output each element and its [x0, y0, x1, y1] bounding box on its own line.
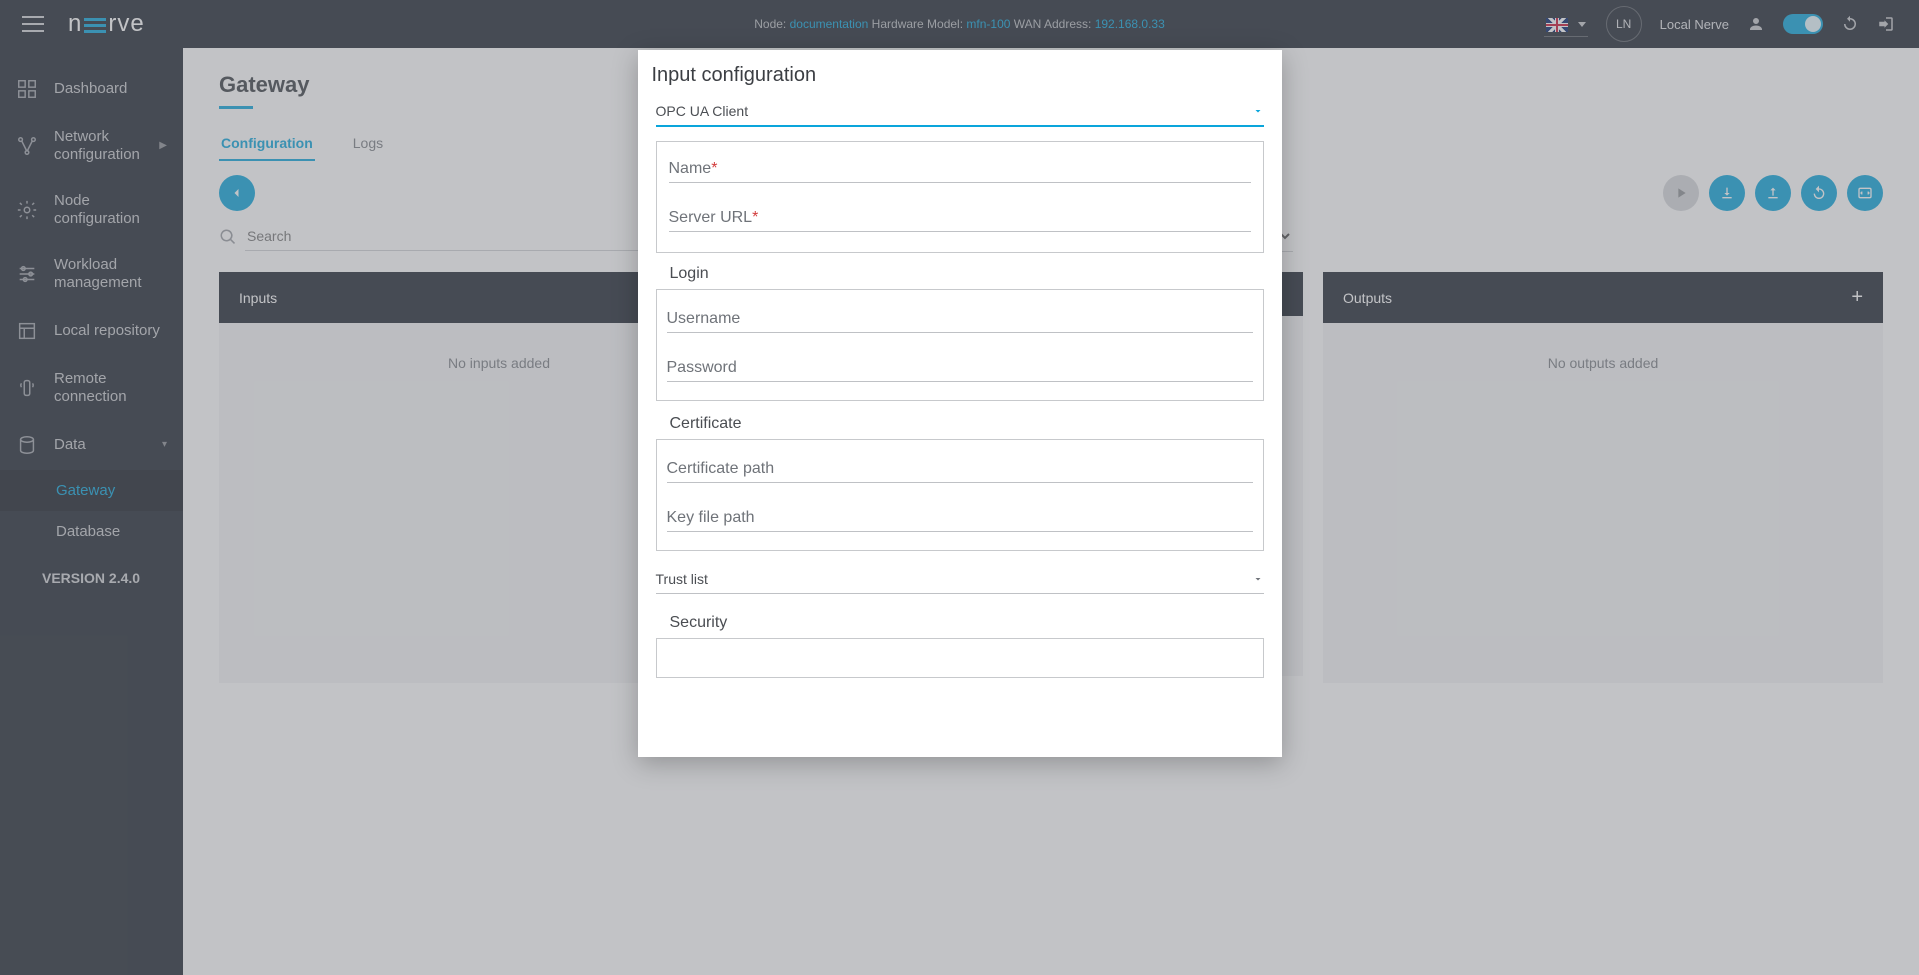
certificate-box: Certificate path Key file path	[656, 439, 1264, 551]
trustlist-select[interactable]: Trust list	[656, 565, 1264, 594]
username-label: Username	[667, 310, 741, 327]
name-field[interactable]: Name*	[669, 160, 1251, 183]
keypath-label: Key file path	[667, 509, 755, 526]
password-field[interactable]: Password	[667, 359, 1253, 382]
security-box	[656, 638, 1264, 678]
trustlist-label: Trust list	[656, 571, 708, 587]
modal-body: OPC UA Client Name* Server URL* Login Us…	[638, 97, 1282, 757]
input-type-value: OPC UA Client	[656, 103, 749, 119]
login-box: Username Password	[656, 289, 1264, 401]
login-group-title: Login	[670, 265, 1260, 283]
chevron-down-icon	[1252, 105, 1264, 117]
chevron-down-icon	[1252, 573, 1264, 585]
keypath-field[interactable]: Key file path	[667, 509, 1253, 532]
name-label: Name	[669, 160, 712, 177]
basic-fields-box: Name* Server URL*	[656, 141, 1264, 253]
certpath-field[interactable]: Certificate path	[667, 460, 1253, 483]
server-url-field[interactable]: Server URL*	[669, 209, 1251, 232]
input-config-modal: Input configuration OPC UA Client Name* …	[638, 50, 1282, 757]
username-field[interactable]: Username	[667, 310, 1253, 333]
certificate-group-title: Certificate	[670, 415, 1260, 433]
certpath-label: Certificate path	[667, 460, 775, 477]
modal-title: Input configuration	[638, 50, 1282, 97]
security-group-title: Security	[670, 614, 1260, 632]
password-label: Password	[667, 359, 737, 376]
input-type-select[interactable]: OPC UA Client	[656, 97, 1264, 127]
server-url-label: Server URL	[669, 209, 753, 226]
